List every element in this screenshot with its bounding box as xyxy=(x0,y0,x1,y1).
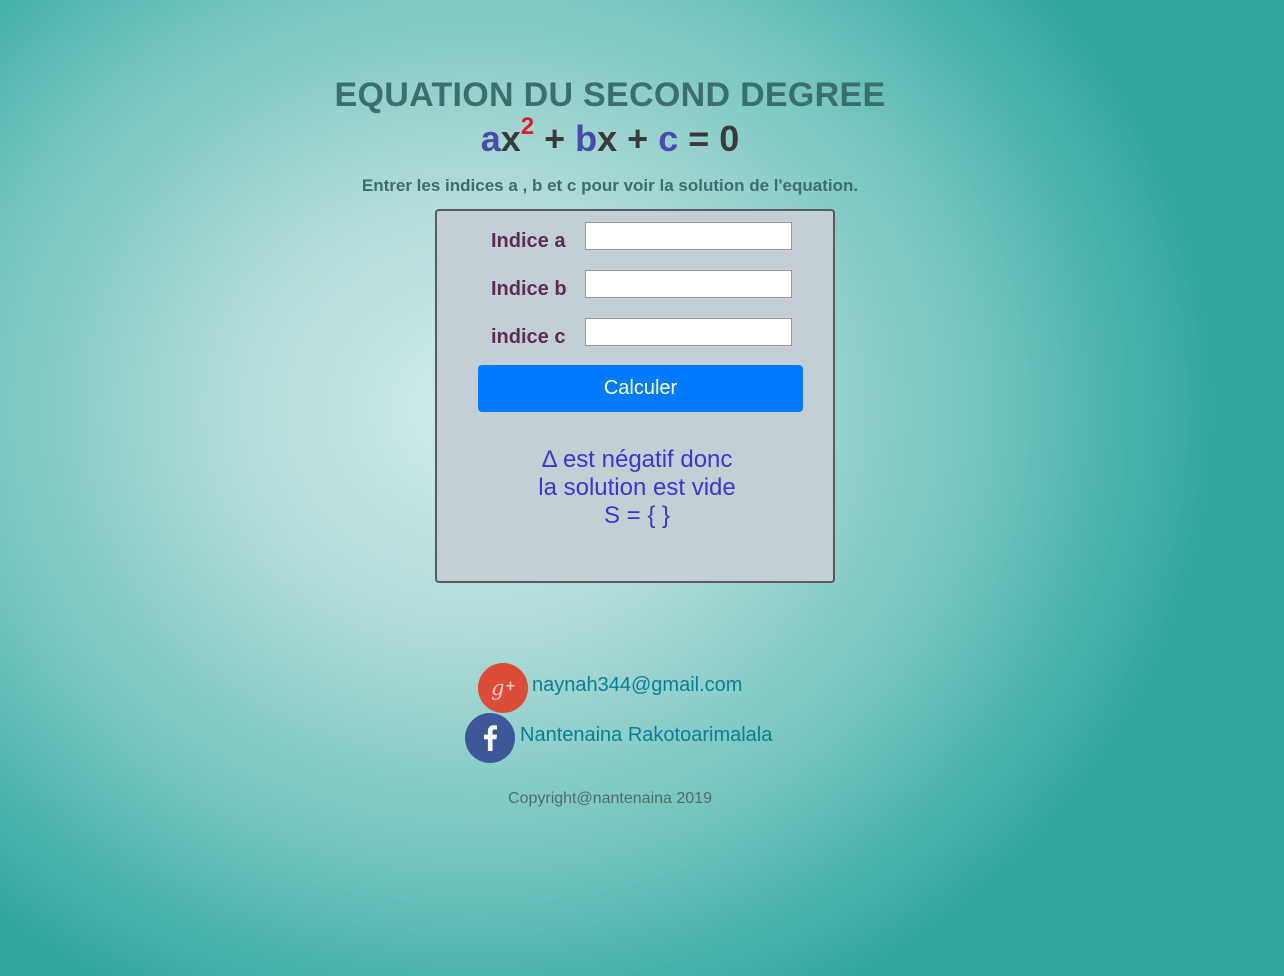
label-indice-b: Indice b xyxy=(491,278,567,300)
svg-text:+: + xyxy=(505,679,516,694)
equation-formula: ax2 + bx + c = 0 xyxy=(0,113,1220,160)
instruction-text: Entrer les indices a , b et c pour voir … xyxy=(361,176,859,195)
email-contact: g + naynah344@gmail.com xyxy=(478,663,758,713)
copyright-text: Copyright@nantenaina 2019 xyxy=(508,790,712,807)
input-indice-a[interactable] xyxy=(585,222,792,250)
field-row-c: indice c xyxy=(437,318,833,352)
field-row-b: Indice b xyxy=(437,270,833,304)
result-line-set: S = { } xyxy=(603,502,671,529)
facebook-contact: Nantenaina Rakotoarimalala xyxy=(465,713,785,763)
page-title: EQUATION DU SECOND DEGREE xyxy=(334,76,886,114)
variable-x: x xyxy=(597,118,618,159)
result-text: Δ est négatif donc la solution est vide … xyxy=(437,446,837,530)
input-indice-c[interactable] xyxy=(585,318,792,346)
label-indice-c: indice c xyxy=(491,326,566,348)
variable-x: x xyxy=(500,118,521,159)
exponent: 2 xyxy=(520,113,535,140)
plus-sign: + xyxy=(534,118,576,159)
google-plus-icon[interactable]: g + xyxy=(478,663,528,713)
email-link[interactable]: naynah344@gmail.com xyxy=(532,674,742,697)
label-indice-a: Indice a xyxy=(491,230,566,252)
svg-text:g: g xyxy=(491,676,504,700)
coefficient-a: a xyxy=(480,118,501,159)
field-row-a: Indice a xyxy=(437,222,833,256)
plus-sign: + xyxy=(617,118,659,159)
equals-zero: = 0 xyxy=(678,118,740,159)
input-indice-b[interactable] xyxy=(585,270,792,298)
result-line-delta: Δ est négatif donc xyxy=(541,446,733,473)
result-line-solution: la solution est vide xyxy=(538,474,736,501)
coefficient-b: b xyxy=(575,118,598,159)
coefficient-c: c xyxy=(658,118,679,159)
facebook-icon[interactable] xyxy=(465,713,515,763)
calculator-panel: Indice a Indice b indice c Calculer Δ es… xyxy=(435,209,835,583)
facebook-link[interactable]: Nantenaina Rakotoarimalala xyxy=(520,724,772,747)
calculate-button[interactable]: Calculer xyxy=(478,365,803,412)
